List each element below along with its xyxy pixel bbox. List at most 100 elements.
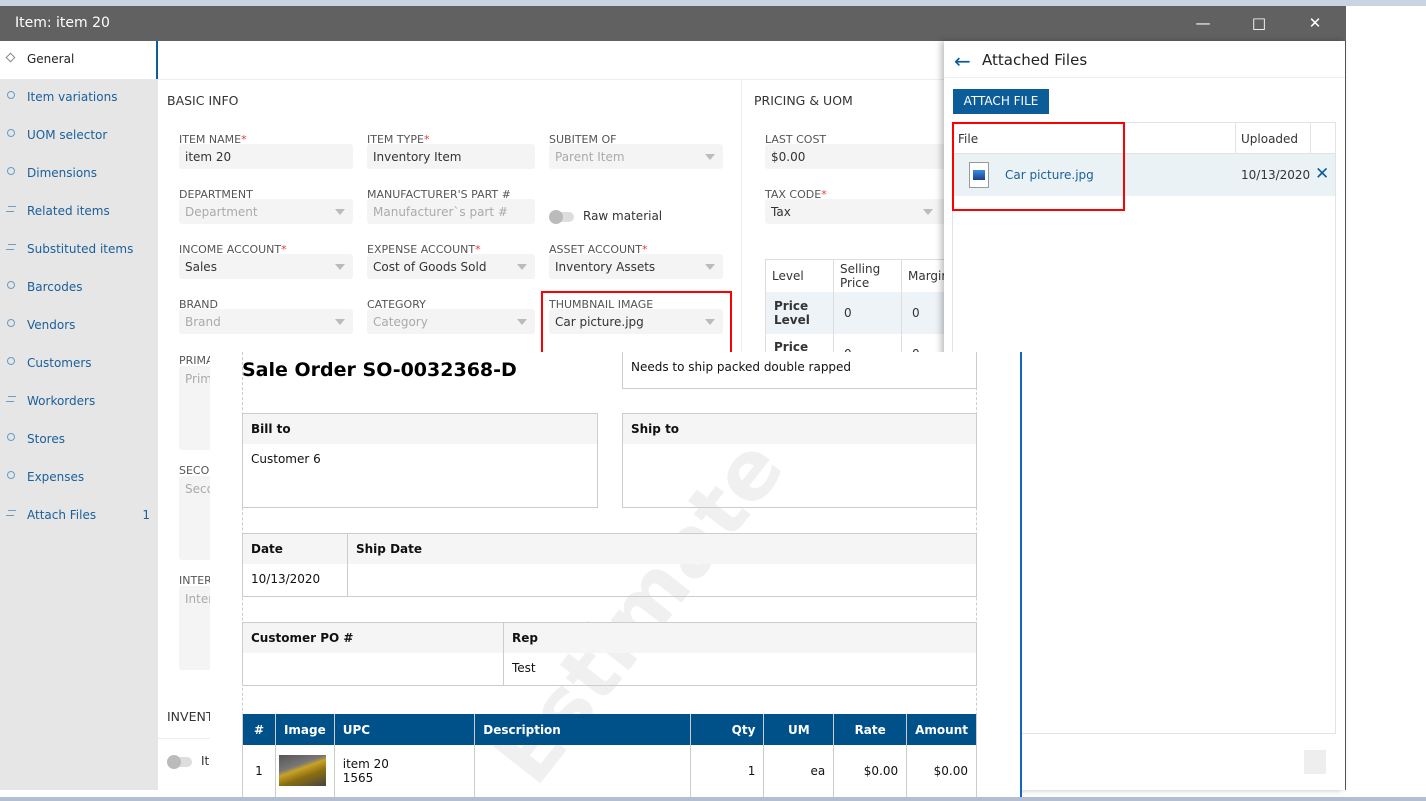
chevron-down-icon (517, 319, 527, 325)
sidebar-item-general[interactable]: General (0, 41, 158, 79)
sidebar-item-attach-files[interactable]: Attach Files 1 (0, 497, 158, 535)
subitem-ofselect[interactable]: Parent Item (549, 144, 723, 169)
categoryselect[interactable]: Category (367, 309, 535, 334)
sidebar-item-label: General (27, 52, 75, 66)
col-uploaded[interactable]: Uploaded (1241, 132, 1298, 146)
circle-icon (7, 433, 15, 441)
bill-to-box: Bill to Customer 6 (242, 413, 598, 508)
pricing-title: PRICING & UOM (754, 93, 853, 108)
sidebar-item-label: Dimensions (27, 166, 98, 180)
paperclip-icon (5, 510, 17, 516)
income-accountselect[interactable]: Sales (179, 254, 353, 279)
diamond-icon (5, 52, 16, 63)
po-rep-box: Customer PO # Rep Test (242, 622, 977, 686)
chevron-down-icon (335, 319, 345, 325)
title-bar: Item: item 20 — □ ✕ (0, 6, 1346, 41)
attach-file-button[interactable]: ATTACH FILE (953, 89, 1049, 114)
attached-files-title: Attached Files (982, 51, 1088, 69)
sidebar-item-label: Workorders (27, 394, 96, 408)
chevron-down-icon (517, 264, 527, 270)
minimize-icon[interactable]: — (1192, 12, 1214, 34)
sidebar-item-label: Stores (27, 432, 65, 446)
inventory-toggle[interactable] (167, 755, 192, 769)
count-badge: 1 (142, 508, 150, 522)
sidebar-item-label: Item variations (27, 90, 118, 104)
expense-accountselect[interactable]: Cost of Goods Sold (367, 254, 535, 279)
rep-value: Test (512, 661, 536, 675)
sidebar-item-workorders[interactable]: Workorders (0, 383, 158, 421)
close-icon[interactable]: ✕ (1304, 12, 1326, 34)
sidebar-item-substituted-items[interactable]: Substituted items (0, 231, 158, 269)
order-note: Needs to ship packed double rapped (631, 360, 852, 374)
lines-icon (5, 206, 17, 212)
sidebar-item-label: Barcodes (27, 280, 83, 294)
line-items-table: # Image UPC Description Qty UM Rate Amount 1 it… (242, 714, 977, 798)
sidebar-item-label: Expenses (27, 470, 85, 484)
sidebar-item-label: Related items (27, 204, 110, 218)
inventory-title: INVENT (167, 709, 214, 724)
col-selling-price: Selling Price (833, 259, 902, 292)
sidebar-item-label: Vendors (27, 318, 76, 332)
brandselect[interactable]: Brand (179, 309, 353, 334)
divider (158, 738, 218, 739)
sidebar-item-stores[interactable]: Stores (0, 421, 158, 459)
chevron-down-icon (335, 264, 345, 270)
divider (741, 79, 742, 379)
lines-icon (5, 396, 17, 402)
raw-material-toggle[interactable] (549, 210, 574, 224)
sidebar-item-related-items[interactable]: Related items (0, 193, 158, 231)
col-level: Level (765, 259, 834, 292)
circle-icon (7, 281, 15, 289)
basic-info-title: BASIC INFO (167, 93, 239, 108)
sidebar: General Item variations UOM selector Dimens… (0, 41, 158, 790)
window-title: Item: item 20 (15, 15, 110, 31)
chevron-down-icon (335, 209, 345, 215)
last-cost-input[interactable]: $0.00 (765, 144, 945, 169)
maximize-icon[interactable]: □ (1248, 12, 1270, 34)
sale-order-preview: Estimate Sale Order SO-0032368-D Needs t… (210, 352, 1022, 801)
circle-icon (7, 471, 15, 479)
tax-code-select[interactable]: Tax (765, 199, 945, 224)
sidebar-item-barcodes[interactable]: Barcodes (0, 269, 158, 307)
sale-order-title: Sale Order SO-0032368-D (242, 359, 517, 381)
item-typeinput[interactable]: Inventory Item (367, 144, 535, 169)
circle-icon (7, 167, 15, 175)
sidebar-item-label: UOM selector (27, 128, 108, 142)
date-box: Date Ship Date 10/13/2020 (242, 533, 977, 597)
lines-icon (5, 244, 17, 250)
divider (158, 79, 944, 80)
panel-button[interactable] (1304, 750, 1326, 774)
bill-to-value: Customer 6 (251, 452, 321, 466)
sidebar-item-uom-selector[interactable]: UOM selector (0, 117, 158, 155)
back-arrow-icon[interactable]: ← (954, 49, 971, 73)
circle-icon (7, 357, 15, 365)
order-date: 10/13/2020 (243, 564, 348, 596)
raw-material-label: Raw material (583, 209, 663, 223)
car-thumbnail (278, 755, 326, 787)
asset-accountselect[interactable]: Inventory Assets (549, 254, 723, 279)
sidebar-item-dimensions[interactable]: Dimensions (0, 155, 158, 193)
sidebar-item-customers[interactable]: Customers (0, 345, 158, 383)
sidebar-item-label: Substituted items (27, 242, 134, 256)
sidebar-item-expenses[interactable]: Expenses (0, 459, 158, 497)
sidebar-item-item-variations[interactable]: Item variations (0, 79, 158, 117)
divider (944, 77, 1345, 78)
chevron-down-icon (705, 264, 715, 270)
circle-icon (7, 91, 15, 99)
bottom-strip (0, 797, 1426, 801)
highlight-box (952, 122, 1125, 211)
price-level-cell: Price Level (765, 291, 834, 334)
delete-file-icon[interactable]: ✕ (1315, 164, 1329, 184)
sidebar-item-label: Attach Files (27, 508, 97, 522)
uploaded-date: 10/13/2020 (1241, 168, 1311, 182)
circle-icon (7, 129, 15, 137)
table-row: 1 item 20 1565 1 ea $0.00 $0.00 (242, 745, 977, 798)
selling-price-cell[interactable]: 0 (833, 291, 902, 334)
chevron-down-icon (705, 154, 715, 160)
departmentselect[interactable]: Department (179, 199, 353, 224)
item-nameinput[interactable]: item 20 (179, 144, 353, 169)
sidebar-item-vendors[interactable]: Vendors (0, 307, 158, 345)
ship-to-box: Ship to (622, 413, 977, 508)
manufacturer-s-part-input[interactable]: Manufacturer`s part # (367, 199, 535, 224)
sidebar-item-label: Customers (27, 356, 92, 370)
